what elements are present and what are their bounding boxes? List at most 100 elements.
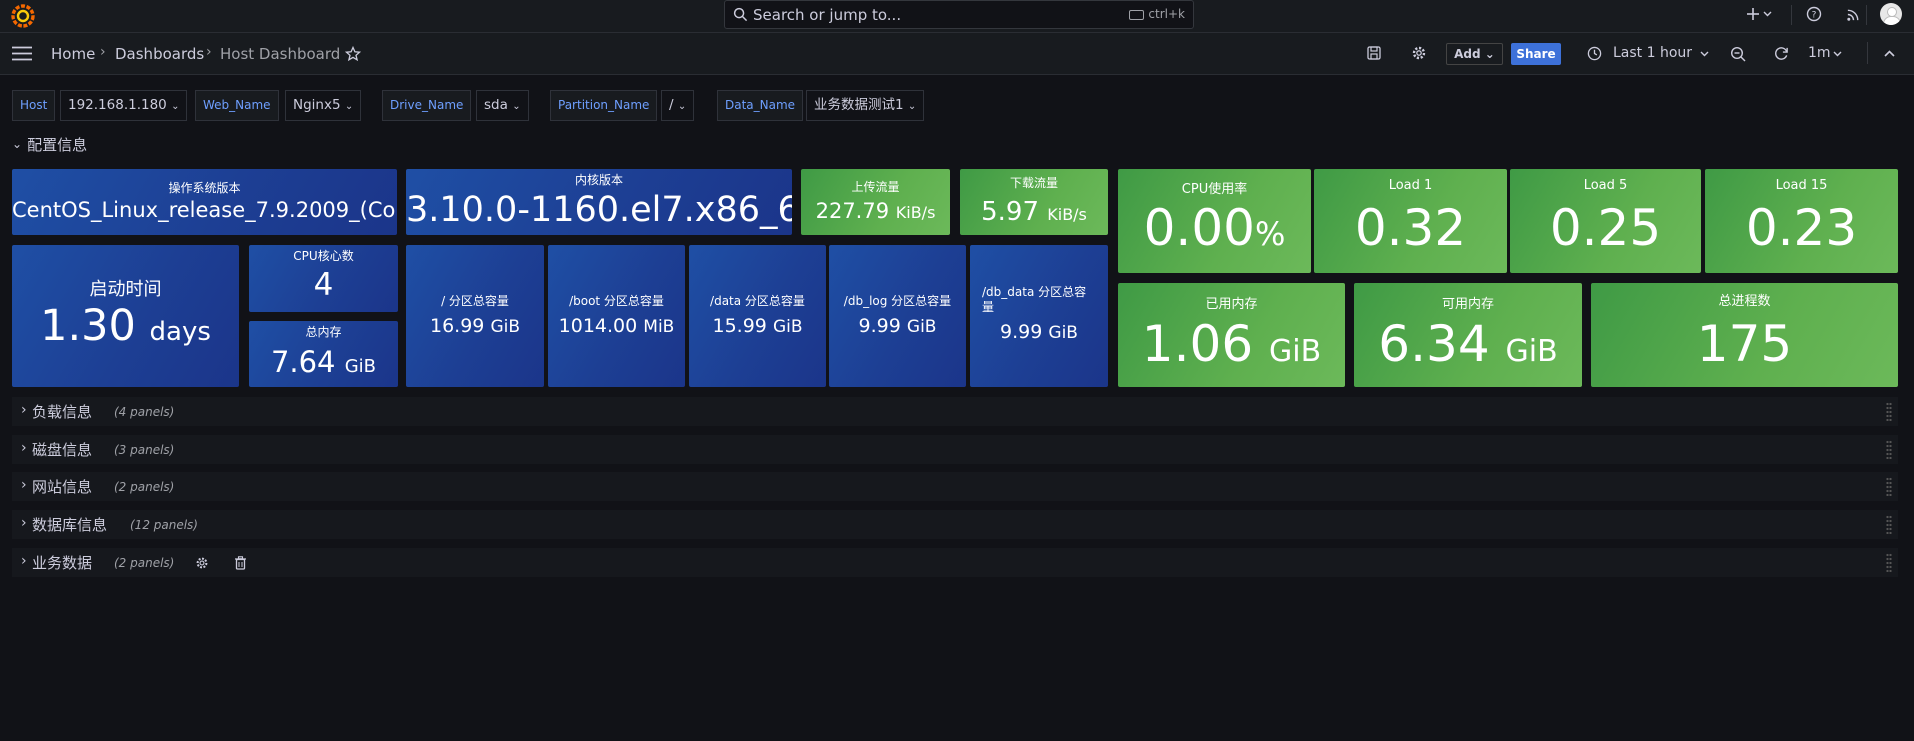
- panel-value: 9.99 GiB: [858, 315, 937, 337]
- row-database-info[interactable]: › 数据库信息 (12 panels): [12, 510, 1898, 539]
- time-range-picker[interactable]: Last 1 hour: [1613, 45, 1692, 61]
- add-button[interactable]: Add ⌄: [1446, 43, 1503, 65]
- panel-title: 可用内存: [1441, 297, 1494, 312]
- search-icon: [733, 7, 748, 22]
- panel-value: CentOS_Linux_release_7.9.2009_(Core): [12, 198, 397, 222]
- chevron-down-icon[interactable]: [1700, 51, 1709, 57]
- row-panel-count: (3 panels): [114, 443, 175, 457]
- variable-select-drive-name[interactable]: sda ⌄: [476, 90, 529, 121]
- panel-title: /data 分区总容量: [710, 294, 805, 308]
- chevron-right-icon: ›: [21, 440, 27, 456]
- panel-upload-traffic[interactable]: 上传流量 227.79 KiB/s: [801, 169, 950, 235]
- breadcrumb-home[interactable]: Home: [51, 45, 95, 63]
- panel-load-5[interactable]: Load 5 0.25: [1510, 169, 1701, 273]
- chevron-up-icon[interactable]: [1884, 50, 1895, 57]
- grafana-logo-icon[interactable]: [11, 4, 35, 28]
- breadcrumb-dashboards[interactable]: Dashboards: [115, 45, 204, 63]
- row-disk-info[interactable]: › 磁盘信息 (3 panels): [12, 435, 1898, 464]
- panel-cpu-cores[interactable]: CPU核心数 4: [249, 245, 398, 312]
- panel-partition-db-log[interactable]: /db_log 分区总容量 9.99 GiB: [829, 245, 966, 387]
- panel-value: 0.00%: [1143, 199, 1286, 257]
- panel-title: 下载流量: [1009, 176, 1058, 190]
- panel-title: /db_data 分区总容量: [982, 285, 1087, 314]
- panel-load-15[interactable]: Load 15 0.23: [1705, 169, 1898, 273]
- clock-icon[interactable]: [1587, 46, 1602, 61]
- panel-total-processes[interactable]: 总进程数 175: [1591, 283, 1898, 387]
- drag-handle-icon[interactable]: [1886, 515, 1892, 534]
- help-icon[interactable]: ?: [1806, 6, 1822, 22]
- gear-icon[interactable]: [1411, 45, 1427, 61]
- panel-title: Load 1: [1388, 178, 1433, 193]
- panel-partition-data[interactable]: /data 分区总容量 15.99 GiB: [689, 245, 826, 387]
- share-button[interactable]: Share: [1511, 43, 1561, 65]
- chevron-down-icon: ⌄: [512, 101, 521, 112]
- chevron-down-icon: ⌄: [171, 101, 180, 112]
- drag-handle-icon[interactable]: [1886, 440, 1892, 459]
- row-panel-count: (12 panels): [130, 518, 198, 532]
- plus-icon[interactable]: [1745, 6, 1761, 22]
- avatar[interactable]: [1880, 3, 1902, 25]
- chevron-down-icon[interactable]: [1833, 51, 1842, 57]
- row-header-config[interactable]: ⌄ 配置信息: [12, 134, 87, 156]
- panel-uptime[interactable]: 启动时间 1.30 days: [12, 245, 239, 387]
- variable-select-partition-name[interactable]: / ⌄: [661, 90, 695, 121]
- panel-download-traffic[interactable]: 下载流量 5.97 KiB/s: [960, 169, 1108, 235]
- panel-total-memory[interactable]: 总内存 7.64 GiB: [249, 321, 398, 387]
- drag-handle-icon[interactable]: [1886, 477, 1892, 496]
- breadcrumb-separator: ›: [206, 44, 212, 60]
- trash-icon[interactable]: [234, 556, 247, 570]
- gear-icon[interactable]: [195, 556, 209, 570]
- panel-partition-boot[interactable]: /boot 分区总容量 1014.00 MiB: [548, 245, 685, 387]
- refresh-interval-picker[interactable]: 1m: [1808, 45, 1831, 61]
- panel-value: 5.97 KiB/s: [981, 197, 1087, 227]
- rss-icon[interactable]: [1846, 7, 1861, 22]
- row-title: 磁盘信息: [32, 441, 93, 459]
- panel-title: Load 5: [1583, 178, 1628, 193]
- panel-title: CPU核心数: [293, 249, 354, 263]
- chevron-right-icon: ›: [21, 402, 27, 418]
- panel-title: 总进程数: [1718, 294, 1771, 309]
- chevron-down-icon[interactable]: [1763, 11, 1772, 17]
- chevron-right-icon: ›: [21, 515, 27, 531]
- refresh-icon[interactable]: [1774, 46, 1789, 61]
- panel-value: 4: [313, 267, 334, 303]
- panel-cpu-usage[interactable]: CPU使用率 0.00%: [1118, 169, 1311, 273]
- panel-used-memory[interactable]: 已用内存 1.06 GiB: [1118, 283, 1345, 387]
- variable-label-data-name: Data_Name: [717, 90, 804, 121]
- panel-title: /db_log 分区总容量: [843, 294, 952, 308]
- panel-os-version[interactable]: 操作系统版本 CentOS_Linux_release_7.9.2009_(Co…: [12, 169, 397, 235]
- breadcrumb-current: Host Dashboard: [220, 45, 341, 63]
- row-title: 负载信息: [32, 403, 93, 421]
- panel-available-memory[interactable]: 可用内存 6.34 GiB: [1354, 283, 1582, 387]
- search-input[interactable]: Search or jump to... ctrl+k: [724, 0, 1194, 29]
- chevron-down-icon: ⌄: [344, 101, 354, 112]
- panel-kernel-version[interactable]: 内核版本 3.10.0-1160.el7.x86_64: [406, 169, 792, 235]
- row-panel-count: (2 panels): [114, 480, 175, 494]
- panel-value: 0.25: [1549, 199, 1662, 257]
- drag-handle-icon[interactable]: [1886, 402, 1892, 421]
- panel-value: 1014.00 MiB: [558, 315, 675, 337]
- search-placeholder: Search or jump to...: [753, 6, 902, 24]
- variable-select-data-name[interactable]: 业务数据测试1 ⌄: [806, 90, 925, 121]
- chevron-right-icon: ›: [21, 477, 27, 493]
- variable-select-host[interactable]: 192.168.1.180 ⌄: [60, 90, 188, 121]
- panel-load-1[interactable]: Load 1 0.32: [1314, 169, 1507, 273]
- panel-value: 0.23: [1745, 199, 1858, 257]
- variable-label-drive-name: Drive_Name: [382, 90, 472, 121]
- row-website-info[interactable]: › 网站信息 (2 panels): [12, 472, 1898, 501]
- star-icon[interactable]: [345, 46, 361, 62]
- panel-value: 6.34 GiB: [1378, 315, 1558, 373]
- panel-title: 启动时间: [89, 279, 162, 300]
- row-business-data[interactable]: › 业务数据 (2 panels): [12, 548, 1898, 577]
- zoom-out-icon[interactable]: [1730, 46, 1746, 62]
- save-icon[interactable]: [1367, 46, 1381, 60]
- panel-partition-db-data[interactable]: /db_data 分区总容量 9.99 GiB: [970, 245, 1108, 387]
- variable-select-web-name[interactable]: Nginx5 ⌄: [285, 90, 362, 121]
- panel-value: 9.99 GiB: [1000, 321, 1078, 343]
- panel-value: 3.10.0-1160.el7.x86_64: [406, 190, 792, 230]
- drag-handle-icon[interactable]: [1886, 553, 1892, 572]
- row-load-info[interactable]: › 负载信息 (4 panels): [12, 397, 1898, 426]
- panel-partition-root[interactable]: / 分区总容量 16.99 GiB: [406, 245, 544, 387]
- keyboard-icon: [1129, 9, 1145, 20]
- menu-icon[interactable]: [12, 46, 32, 61]
